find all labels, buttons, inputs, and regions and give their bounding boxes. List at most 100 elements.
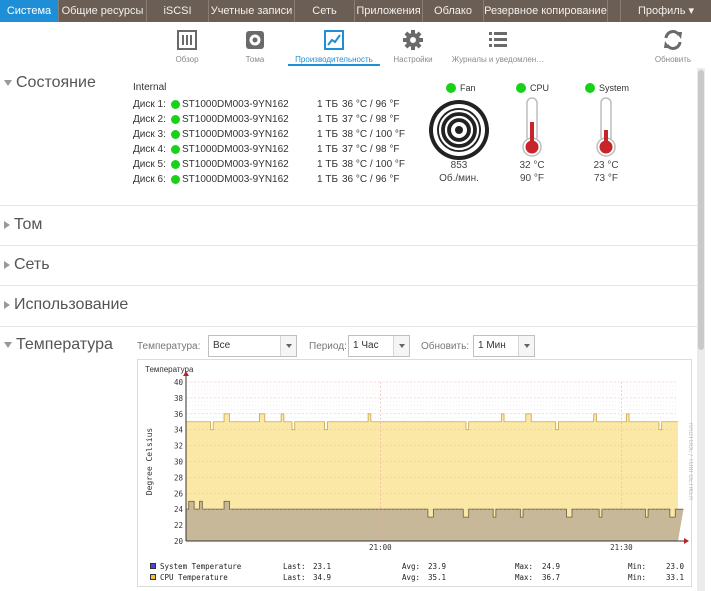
disk-model: ST1000DM003-9YN162 bbox=[182, 144, 289, 155]
section-temperature[interactable]: Температура bbox=[4, 336, 113, 354]
legend-label: CPU Temperature bbox=[160, 573, 228, 582]
chevron-down-icon bbox=[280, 336, 296, 356]
status-ok-icon bbox=[585, 83, 595, 93]
divider bbox=[0, 205, 697, 206]
status-ok-icon bbox=[446, 83, 456, 93]
collapse-arrow-icon bbox=[4, 80, 12, 86]
overview-icon bbox=[177, 30, 197, 50]
chevron-down-icon bbox=[518, 336, 534, 356]
disk-size: 1 ТБ bbox=[317, 159, 339, 170]
x-axis-arrow bbox=[684, 538, 689, 544]
section-network[interactable]: Сеть bbox=[4, 256, 50, 274]
refresh-icon bbox=[664, 30, 682, 50]
stat-label: Min: bbox=[628, 573, 647, 582]
status-ok-icon bbox=[171, 175, 180, 184]
y-tick-label: 34 bbox=[174, 426, 184, 435]
section-temperature-title: Температура bbox=[16, 336, 113, 353]
status-ok-icon bbox=[171, 160, 180, 169]
disk-row: Диск 5: ST1000DM003-9YN162 1 ТБ 38 °C / … bbox=[133, 159, 405, 170]
stat-label: Last: bbox=[283, 573, 306, 582]
period-select[interactable]: 1 Час bbox=[348, 335, 410, 357]
top-nav: Система Общие ресурсы iSCSI Учетные запи… bbox=[0, 0, 711, 22]
tab-shares[interactable]: Общие ресурсы bbox=[59, 0, 147, 22]
refresh-button[interactable]: Обновить bbox=[650, 28, 696, 64]
status-ok-icon bbox=[516, 83, 526, 93]
disk-size: 1 ТБ bbox=[317, 144, 339, 155]
disk-size: 1 ТБ bbox=[317, 114, 339, 125]
logs-button[interactable]: Журналы и уведомлен… bbox=[444, 28, 552, 64]
divider bbox=[0, 326, 697, 327]
fan-sensor-header: Fan bbox=[445, 83, 476, 93]
temperature-chart: Температура 20 22 24 26 28 30 32 34 36 38 40 21:00 2… bbox=[137, 359, 693, 587]
stat-value: 35.1 bbox=[428, 573, 447, 582]
disk-row: Диск 6: ST1000DM003-9YN162 1 ТБ 36 °C / … bbox=[133, 174, 399, 185]
section-status[interactable]: Состояние bbox=[4, 74, 96, 92]
disk-temperature: 36 °C / 96 °F bbox=[342, 99, 400, 110]
section-usage[interactable]: Использование bbox=[4, 296, 128, 314]
temp-filter-select[interactable]: Все bbox=[208, 335, 297, 357]
scrollbar[interactable] bbox=[697, 68, 705, 591]
disk-label: Диск 3: bbox=[133, 129, 166, 140]
section-status-title: Состояние bbox=[16, 74, 96, 91]
fan-label: Fan bbox=[460, 83, 476, 93]
tab-accounts[interactable]: Учетные записи bbox=[209, 0, 295, 22]
settings-button[interactable]: Настройки bbox=[389, 28, 437, 64]
disk-temperature: 37 °C / 98 °F bbox=[342, 114, 400, 125]
y-tick-label: 36 bbox=[174, 410, 184, 419]
system-temp-f: 73 °F bbox=[593, 173, 618, 184]
status-ok-icon bbox=[171, 100, 180, 109]
performance-button[interactable]: Производительность bbox=[288, 28, 380, 66]
tab-backup[interactable]: Резервное копирование bbox=[484, 0, 608, 22]
refresh-interval-select[interactable]: 1 Мин bbox=[473, 335, 535, 357]
stat-value: 23.9 bbox=[428, 562, 447, 571]
fan-rpm-unit: Об./мин. bbox=[439, 173, 479, 184]
expand-arrow-icon bbox=[4, 301, 10, 309]
stat-value: 36.7 bbox=[542, 573, 561, 582]
disk-model: ST1000DM003-9YN162 bbox=[182, 99, 289, 110]
volume-icon bbox=[246, 31, 264, 49]
disk-model: ST1000DM003-9YN162 bbox=[182, 159, 289, 170]
main-content: Состояние Internal Диск 1: ST1000DM003-9… bbox=[0, 68, 700, 591]
list-icon bbox=[489, 32, 507, 47]
rrdtool-watermark: RRDTOOL / TOBI OETIKER bbox=[687, 423, 693, 500]
legend-cpu: CPU Temperature Last: 34.9 Avg: 35.1 Max… bbox=[150, 573, 690, 583]
stat-value: 33.1 bbox=[666, 573, 685, 582]
stat-label: Max: bbox=[515, 562, 534, 571]
disk-label: Диск 2: bbox=[133, 114, 166, 125]
legend-swatch bbox=[150, 563, 156, 569]
thermometer-icon bbox=[596, 97, 616, 157]
disk-size: 1 ТБ bbox=[317, 174, 339, 185]
overview-button[interactable]: Обзор bbox=[168, 28, 206, 64]
section-volume[interactable]: Том bbox=[4, 216, 42, 234]
disk-temperature: 37 °C / 98 °F bbox=[342, 144, 400, 155]
volumes-label: Тома bbox=[245, 55, 265, 64]
overview-label: Обзор bbox=[175, 55, 199, 64]
x-tick-label: 21:30 bbox=[610, 543, 633, 552]
tab-system[interactable]: Система bbox=[0, 0, 59, 22]
scrollbar-thumb[interactable] bbox=[698, 70, 704, 350]
fan-rpm-value: 853 bbox=[450, 160, 468, 171]
y-axis-arrow bbox=[183, 371, 189, 376]
tab-cloud[interactable]: Облако bbox=[423, 0, 484, 22]
disk-label: Диск 4: bbox=[133, 144, 166, 155]
cpu-temp-f: 90 °F bbox=[519, 173, 544, 184]
refresh-interval-value: 1 Мин bbox=[478, 340, 506, 351]
period-value: 1 Час bbox=[353, 340, 379, 351]
chevron-down-icon bbox=[393, 336, 409, 356]
tab-iscsi[interactable]: iSCSI bbox=[147, 0, 209, 22]
refresh-interval-label: Обновить: bbox=[421, 341, 470, 352]
tab-apps[interactable]: Приложения bbox=[355, 0, 423, 22]
sub-toolbar: Обзор Тома Производительность Настройки bbox=[0, 22, 711, 68]
disk-row: Диск 3: ST1000DM003-9YN162 1 ТБ 38 °C / … bbox=[133, 129, 405, 140]
divider bbox=[0, 285, 697, 286]
stat-value: 23.1 bbox=[313, 562, 332, 571]
system-sensor-header: System bbox=[584, 83, 629, 93]
profile-menu[interactable]: Профиль ▾ bbox=[620, 0, 711, 22]
stat-label: Avg: bbox=[402, 562, 421, 571]
system-label: System bbox=[599, 83, 630, 93]
y-tick-label: 22 bbox=[174, 521, 183, 530]
collapse-arrow-icon bbox=[4, 342, 12, 348]
volumes-button[interactable]: Тома bbox=[238, 28, 272, 64]
tab-network[interactable]: Сеть bbox=[295, 0, 355, 22]
fan-icon bbox=[429, 100, 489, 160]
